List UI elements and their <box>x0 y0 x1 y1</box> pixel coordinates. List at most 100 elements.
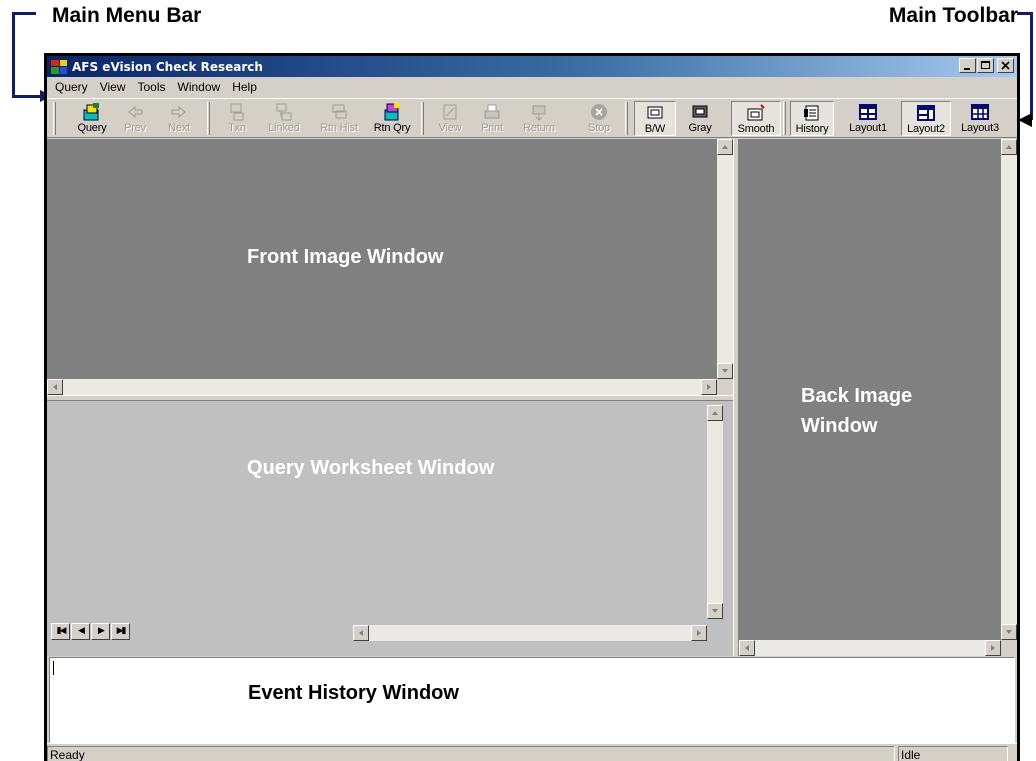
toolbar-linked-button[interactable]: Linked <box>259 101 309 136</box>
window-title: AFS eVision Check Research <box>72 59 263 74</box>
toolbar-button-label: View <box>438 122 462 134</box>
toolbar-stop-button[interactable]: Stop <box>577 101 621 136</box>
scroll-right-button[interactable] <box>985 640 1001 656</box>
callout-line <box>12 95 40 98</box>
front-image-vertical-scrollbar[interactable] <box>717 139 733 379</box>
toolbar-query-button[interactable]: Query <box>69 101 115 136</box>
toolbar-history-button[interactable]: History <box>790 101 834 136</box>
menu-tools[interactable]: Tools <box>131 80 171 94</box>
callout-main-menu-bar: Main Menu Bar <box>52 4 202 27</box>
toolbar-button-label: Rtn Qry <box>373 122 411 134</box>
toolbar-print-button[interactable]: Print <box>471 101 513 136</box>
main-toolbar: Query Prev Next Txn Linked Rtn Hist Rtn Qry Vie… <box>47 98 1017 138</box>
toolbar-gray-button[interactable]: Gray <box>678 101 722 136</box>
toolbar-rtn-qry-button[interactable]: Rtn Qry <box>367 101 417 136</box>
scroll-down-button[interactable] <box>707 603 723 619</box>
app-logo-icon <box>51 59 67 74</box>
front-image-horizontal-scrollbar[interactable] <box>47 379 717 395</box>
record-navigator: ▮◀ ◀ ▶ ▶▮ <box>51 623 151 641</box>
app-window: AFS eVision Check Research Query View To… <box>44 53 1020 761</box>
front-image-window[interactable]: Front Image Window <box>47 139 733 395</box>
toolbar-button-label: Print <box>481 122 503 134</box>
toolbar-separator <box>207 102 210 135</box>
previous-record-button[interactable]: ◀ <box>71 623 90 640</box>
title-bar[interactable]: AFS eVision Check Research <box>47 56 1017 77</box>
status-state: Idle <box>898 746 1008 761</box>
callout-main-toolbar: Main Toolbar <box>888 4 1018 27</box>
toolbar-button-label: Smooth <box>737 123 775 135</box>
callout-line <box>1030 12 1033 120</box>
return-history-icon <box>328 102 350 122</box>
menu-query[interactable]: Query <box>49 80 94 94</box>
event-history-window-label: Event History Window <box>248 682 459 704</box>
arrow-right-icon <box>168 102 190 122</box>
toolbar-layout1-button[interactable]: Layout1 <box>841 101 895 136</box>
toolbar-separator <box>783 102 786 135</box>
scroll-down-button[interactable] <box>1001 624 1017 640</box>
query-worksheet-window-label: Query Worksheet Window <box>247 457 495 479</box>
toolbar-rtn-hist-button[interactable]: Rtn Hist <box>311 101 367 136</box>
back-image-window[interactable]: Back Image Window <box>739 139 1017 656</box>
history-icon <box>801 103 823 123</box>
grayscale-icon <box>689 102 711 122</box>
menu-view[interactable]: View <box>94 80 132 94</box>
scroll-down-button[interactable] <box>717 363 733 379</box>
layout3-icon <box>969 102 991 122</box>
query-worksheet-window[interactable]: Query Worksheet Window ▮◀ ◀ ▶ ▶▮ <box>47 401 733 656</box>
back-image-vertical-scrollbar[interactable] <box>1001 139 1017 640</box>
query-icon <box>81 102 103 122</box>
smooth-icon <box>745 103 767 123</box>
transaction-icon <box>226 102 248 122</box>
close-button[interactable] <box>997 58 1014 73</box>
toolbar-layout3-button[interactable]: Layout3 <box>952 101 1008 136</box>
query-worksheet-horizontal-scrollbar[interactable] <box>353 625 707 641</box>
toolbar-next-button[interactable]: Next <box>157 101 201 136</box>
menu-window[interactable]: Window <box>172 80 227 94</box>
view-icon <box>439 102 461 122</box>
back-image-label-line1: Back Image <box>801 385 913 407</box>
query-worksheet-vertical-scrollbar[interactable] <box>707 405 723 619</box>
first-record-button[interactable]: ▮◀ <box>51 623 70 640</box>
scroll-up-button[interactable] <box>717 139 733 155</box>
stop-icon <box>588 102 610 122</box>
layout1-icon <box>857 102 879 122</box>
scroll-up-button[interactable] <box>1001 139 1017 155</box>
back-image-horizontal-scrollbar[interactable] <box>739 640 1001 656</box>
toolbar-b-w-button[interactable]: B/W <box>634 101 676 136</box>
scroll-right-button[interactable] <box>691 625 707 641</box>
toolbar-txn-button[interactable]: Txn <box>217 101 257 136</box>
toolbar-separator <box>53 102 56 135</box>
toolbar-button-label: Layout2 <box>907 123 945 135</box>
last-record-button[interactable]: ▶▮ <box>111 623 130 640</box>
toolbar-button-label: Layout1 <box>849 122 887 134</box>
toolbar-button-label: History <box>795 123 829 135</box>
toolbar-layout2-button[interactable]: Layout2 <box>901 101 951 136</box>
toolbar-button-label: Layout3 <box>961 122 999 134</box>
toolbar-button-label: Return <box>523 122 555 134</box>
return-icon <box>528 102 550 122</box>
scroll-left-button[interactable] <box>47 379 63 395</box>
toolbar-button-label: Prev <box>124 122 146 134</box>
text-cursor <box>53 661 54 675</box>
status-text: Ready <box>47 746 895 761</box>
scroll-left-button[interactable] <box>353 625 369 641</box>
return-query-icon <box>381 102 403 122</box>
toolbar-button-label: B/W <box>644 123 666 135</box>
event-history-window[interactable]: Event History Window <box>49 657 1015 743</box>
maximize-button[interactable] <box>977 58 994 73</box>
linked-icon <box>273 102 295 122</box>
next-record-button[interactable]: ▶ <box>91 623 110 640</box>
toolbar-return-button[interactable]: Return <box>513 101 565 136</box>
toolbar-smooth-button[interactable]: Smooth <box>731 101 781 136</box>
toolbar-prev-button[interactable]: Prev <box>113 101 157 136</box>
scroll-left-button[interactable] <box>739 640 755 656</box>
toolbar-button-label: Txn <box>228 122 246 134</box>
toolbar-separator <box>625 102 628 135</box>
arrow-left-icon <box>124 102 146 122</box>
minimize-button[interactable] <box>959 58 976 73</box>
scroll-right-button[interactable] <box>701 379 717 395</box>
toolbar-button-label: Gray <box>688 122 712 134</box>
toolbar-view-button[interactable]: View <box>429 101 471 136</box>
menu-help[interactable]: Help <box>226 80 263 94</box>
scroll-up-button[interactable] <box>707 405 723 421</box>
